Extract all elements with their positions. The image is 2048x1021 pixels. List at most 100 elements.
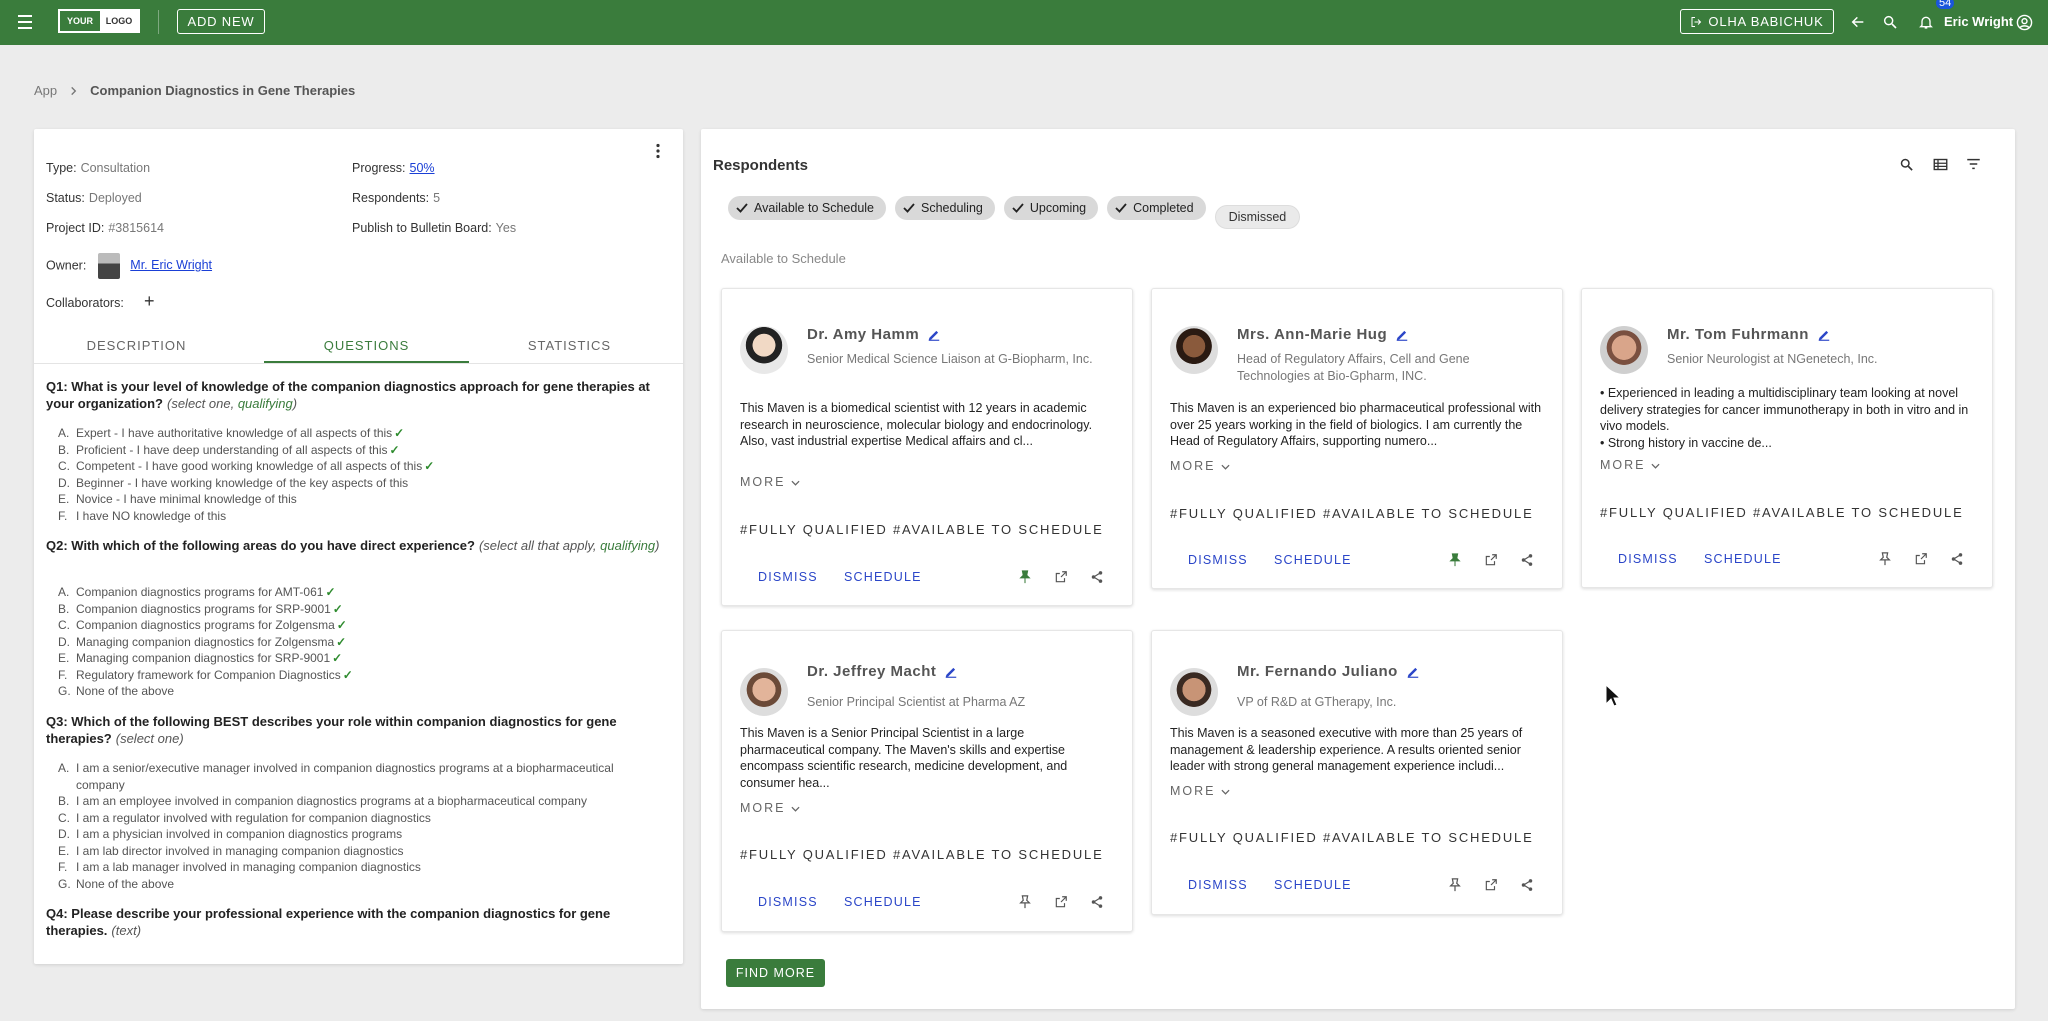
chevron-down-icon xyxy=(791,480,800,486)
respondent-card: Mr. Tom Fuhrmann Senior Neurologist at N… xyxy=(1581,288,1993,588)
chip-completed[interactable]: Completed xyxy=(1107,196,1206,220)
search-icon[interactable] xyxy=(1880,12,1900,32)
more-toggle[interactable]: MORE xyxy=(1600,458,1660,472)
user-switch-button[interactable]: OLHA BABICHUK xyxy=(1680,9,1834,34)
respondent-tags: #FULLY QUALIFIED #AVAILABLE TO SCHEDULE xyxy=(1600,505,1964,520)
open-in-new-icon[interactable] xyxy=(1052,893,1070,911)
schedule-button[interactable]: SCHEDULE xyxy=(1704,552,1782,566)
logo[interactable]: YOUR LOGO xyxy=(58,9,140,33)
bell-icon[interactable] xyxy=(1916,12,1936,32)
open-in-new-icon[interactable] xyxy=(1052,568,1070,586)
plus-icon[interactable]: + xyxy=(144,291,155,312)
share-icon[interactable] xyxy=(1518,876,1536,894)
arrow-back-icon[interactable] xyxy=(1848,12,1868,32)
owner-link[interactable]: Mr. Eric Wright xyxy=(130,258,212,272)
pencil-icon[interactable] xyxy=(1406,665,1420,679)
chevron-right-icon xyxy=(71,86,77,95)
filter-icon[interactable] xyxy=(1962,153,1984,175)
list-item: G. None of the above xyxy=(58,684,175,698)
open-in-new-icon[interactable] xyxy=(1482,876,1500,894)
chip-available[interactable]: Available to Schedule xyxy=(728,196,886,220)
account-circle-icon[interactable] xyxy=(2014,12,2034,32)
respondent-title: Senior Neurologist at NGenetech, Inc. xyxy=(1667,352,1878,366)
menu-icon[interactable] xyxy=(14,11,36,33)
pin-icon[interactable] xyxy=(1016,893,1034,911)
dismiss-button[interactable]: DISMISS xyxy=(1618,552,1678,566)
tab-statistics[interactable]: STATISTICS xyxy=(467,338,672,361)
respondent-card: Mr. Fernando Juliano VP of R&D at GThera… xyxy=(1151,630,1563,915)
chip-upcoming[interactable]: Upcoming xyxy=(1003,196,1099,220)
pin-icon[interactable] xyxy=(1876,550,1894,568)
check-icon xyxy=(903,203,915,213)
check-icon xyxy=(736,203,748,213)
progress-link[interactable]: 50% xyxy=(410,161,435,175)
respondent-name[interactable]: Dr. Jeffrey Macht xyxy=(807,663,958,680)
project-progress: Progress: 50% xyxy=(352,161,435,175)
pin-icon[interactable] xyxy=(1446,551,1464,569)
dismiss-button[interactable]: DISMISS xyxy=(1188,553,1248,567)
question-3: Q3: Which of the following BEST describe… xyxy=(46,714,617,746)
tab-description[interactable]: DESCRIPTION xyxy=(34,338,239,361)
chip-scheduling[interactable]: Scheduling xyxy=(895,196,995,220)
list-item: B. I am an employee involved in companion… xyxy=(58,794,587,808)
find-more-button[interactable]: FIND MORE xyxy=(726,959,825,987)
status-filter-chips: Available to Schedule Scheduling Upcomin… xyxy=(728,196,1301,229)
dismiss-button[interactable]: DISMISS xyxy=(1188,878,1248,892)
breadcrumb-root[interactable]: App xyxy=(34,83,57,98)
schedule-button[interactable]: SCHEDULE xyxy=(1274,878,1352,892)
schedule-button[interactable]: SCHEDULE xyxy=(1274,553,1352,567)
user-name[interactable]: Eric Wright xyxy=(1944,14,2013,29)
check-icon: ✓ xyxy=(336,634,347,649)
dismiss-button[interactable]: DISMISS xyxy=(758,895,818,909)
more-toggle[interactable]: MORE xyxy=(1170,459,1230,473)
project-type: Type: Consultation xyxy=(46,161,151,175)
respondent-name[interactable]: Mr. Fernando Juliano xyxy=(1237,663,1420,680)
list-item: D. Managing companion diagnostics for Zol… xyxy=(58,634,347,649)
respondent-title: VP of R&D at GTherapy, Inc. xyxy=(1237,695,1397,709)
schedule-button[interactable]: SCHEDULE xyxy=(844,570,922,584)
share-icon[interactable] xyxy=(1088,893,1106,911)
respondent-title: Head of Regulatory Affairs, Cell and Gen… xyxy=(1237,352,1470,383)
open-in-new-icon[interactable] xyxy=(1912,550,1930,568)
open-in-new-icon[interactable] xyxy=(1482,551,1500,569)
question-4: Q4: Please describe your professional ex… xyxy=(46,906,611,938)
share-icon[interactable] xyxy=(1088,568,1106,586)
search-icon[interactable] xyxy=(1895,153,1917,175)
question-1-options: A. Expert - I have authoritative knowledg… xyxy=(58,425,658,524)
chevron-down-icon xyxy=(791,806,800,812)
dismiss-button[interactable]: DISMISS xyxy=(758,570,818,584)
chevron-down-icon xyxy=(1221,464,1230,470)
add-new-button[interactable]: ADD NEW xyxy=(177,9,265,34)
respondents-panel: Respondents Available to Schedule Schedu… xyxy=(701,129,2015,1009)
list-item: C. I am a regulator involved with regulat… xyxy=(58,810,431,825)
more-toggle[interactable]: MORE xyxy=(740,475,800,489)
check-icon: ✓ xyxy=(342,667,353,682)
tab-questions[interactable]: QUESTIONS xyxy=(264,338,469,363)
check-icon: ✓ xyxy=(332,601,343,616)
more-toggle[interactable]: MORE xyxy=(1170,784,1230,798)
pin-icon[interactable] xyxy=(1446,876,1464,894)
respondent-name[interactable]: Dr. Amy Hamm xyxy=(807,326,941,343)
pencil-icon[interactable] xyxy=(927,328,941,342)
more-toggle[interactable]: MORE xyxy=(740,801,800,815)
check-icon: ✓ xyxy=(389,442,400,457)
chip-dismissed[interactable]: Dismissed xyxy=(1214,205,1301,229)
table-view-icon[interactable] xyxy=(1929,153,1951,175)
respondent-bio: This Maven is a biomedical scientist wit… xyxy=(740,401,1093,448)
schedule-button[interactable]: SCHEDULE xyxy=(844,895,922,909)
check-icon xyxy=(1115,203,1127,213)
pencil-icon[interactable] xyxy=(1817,328,1831,342)
respondent-tags: #FULLY QUALIFIED #AVAILABLE TO SCHEDULE xyxy=(740,522,1104,537)
respondent-name[interactable]: Mrs. Ann-Marie Hug xyxy=(1237,326,1409,343)
list-item: F. Regulatory framework for Companion Dia… xyxy=(58,667,353,682)
share-icon[interactable] xyxy=(1518,551,1536,569)
pencil-icon[interactable] xyxy=(944,665,958,679)
project-collaborators: Collaborators: xyxy=(46,296,124,310)
question-3-options: A. I am a senior/executive manager involv… xyxy=(58,760,658,892)
respondent-name[interactable]: Mr. Tom Fuhrmann xyxy=(1667,326,1831,343)
pin-icon[interactable] xyxy=(1016,568,1034,586)
more-vert-icon[interactable] xyxy=(655,143,661,162)
pencil-icon[interactable] xyxy=(1395,328,1409,342)
share-icon[interactable] xyxy=(1948,550,1966,568)
notification-badge: 54 xyxy=(1936,0,1955,9)
